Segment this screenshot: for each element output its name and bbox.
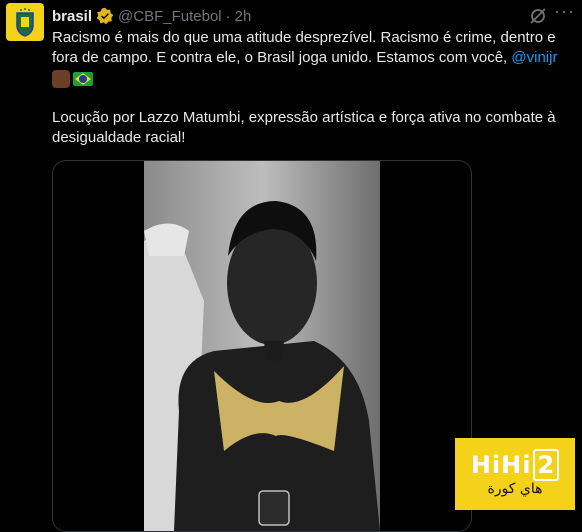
emoji-row <box>52 70 572 88</box>
watermark-number: 2 <box>533 449 560 481</box>
verified-badge-icon <box>96 7 114 25</box>
tweet-text: Racismo é mais do que uma atitude despre… <box>52 28 572 148</box>
tweet-paragraph-1: Racismo é mais do que uma atitude despre… <box>52 28 572 68</box>
tweet-time[interactable]: 2h <box>235 8 252 25</box>
watermark-main-text: HiHi <box>470 451 532 479</box>
author-handle[interactable]: @CBF_Futebol <box>118 8 222 25</box>
mention-link[interactable]: @vinijr <box>511 49 557 66</box>
watermark-main: HiHi 2 <box>470 449 560 481</box>
watermark-sub: هاي كورة <box>487 481 543 497</box>
author-name[interactable]: brasil <box>52 8 92 25</box>
grok-icon[interactable] <box>528 6 548 26</box>
tweet-header: brasil @CBF_Futebol · 2h <box>52 6 570 26</box>
cbf-crest-icon <box>16 8 34 37</box>
separator-dot: · <box>225 7 231 25</box>
tweet-paragraph-2: Locução por Lazzo Matumbi, expressão art… <box>52 109 556 146</box>
brazil-flag-emoji <box>73 72 93 86</box>
watermark-logo: HiHi 2 هاي كورة <box>455 438 575 510</box>
video-thumbnail <box>144 161 380 531</box>
avatar[interactable] <box>6 3 44 41</box>
tweet-text-line1: Racismo é mais do que uma atitude despre… <box>52 29 556 66</box>
video-media[interactable] <box>52 160 472 532</box>
more-icon[interactable]: ··· <box>554 2 574 24</box>
raised-fist-emoji <box>52 70 70 88</box>
